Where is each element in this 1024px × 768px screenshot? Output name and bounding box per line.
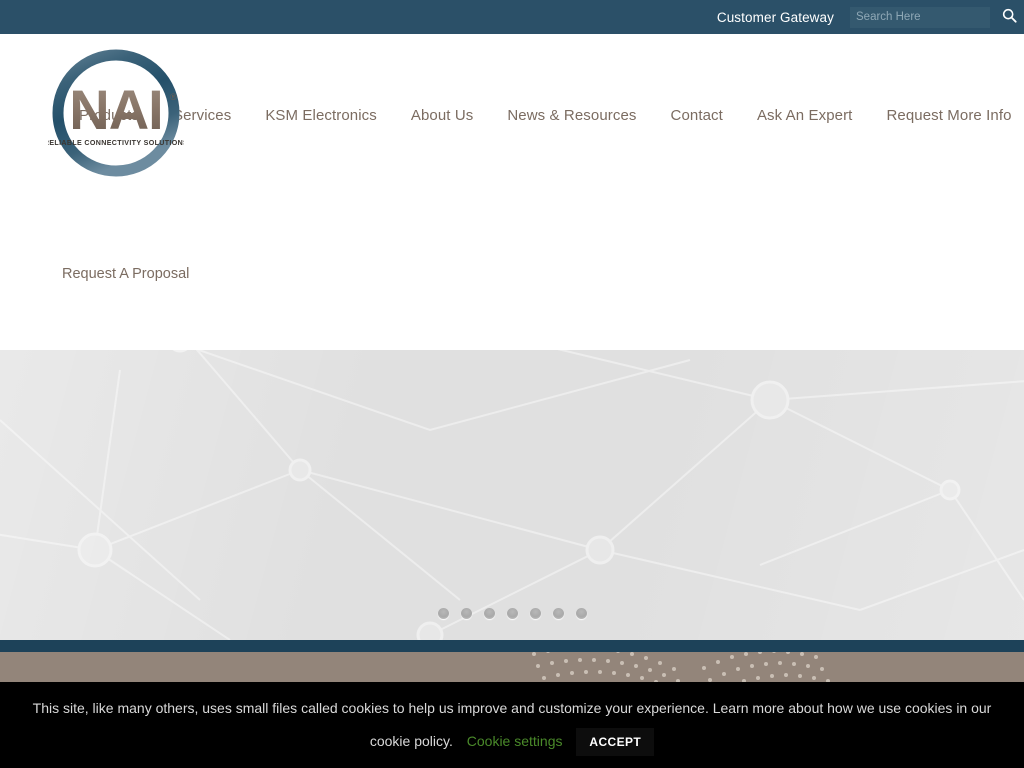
nav-item-contact[interactable]: Contact	[654, 103, 740, 128]
search-submit-button[interactable]	[994, 5, 1024, 29]
nav-item-request-a-proposal[interactable]: Request A Proposal	[62, 265, 189, 283]
nav-item-news-resources[interactable]: News & Resources	[490, 103, 653, 128]
page-root: Customer Gateway Products S	[0, 0, 1024, 768]
hero-dot-3[interactable]	[483, 608, 495, 619]
nav-link-contact[interactable]: Contact	[654, 103, 740, 128]
nai-logo-icon: NAI ® RELIABLE CONNECTIVITY SOLUTIONS	[48, 49, 184, 177]
hero-slider-pagination	[0, 608, 1024, 619]
cookie-consent-banner: This site, like many others, uses small …	[0, 682, 1024, 768]
search-icon	[1002, 8, 1017, 26]
customer-gateway-link[interactable]: Customer Gateway	[717, 10, 834, 25]
nav-item-ask-an-expert[interactable]: Ask An Expert	[740, 103, 870, 128]
nav-link-ksm-electronics[interactable]: KSM Electronics	[248, 103, 394, 128]
site-header: Products Services KSM Electronics About …	[0, 34, 1024, 350]
svg-text:®: ®	[170, 92, 177, 102]
hero-dot-4[interactable]	[506, 608, 518, 619]
hero-dot-6[interactable]	[552, 608, 564, 619]
top-utility-bar: Customer Gateway	[0, 0, 1024, 34]
hero-dot-5[interactable]	[529, 608, 541, 619]
hero-network-pattern	[0, 350, 1024, 640]
nav-link-request-more-info[interactable]: Request More Info	[869, 103, 1024, 128]
search-form	[850, 5, 1024, 29]
svg-text:NAI: NAI	[69, 78, 162, 141]
nav-link-request-a-proposal[interactable]: Request A Proposal	[62, 266, 189, 282]
secondary-navigation: Request A Proposal	[0, 259, 1024, 289]
cookie-settings-link[interactable]: Cookie settings	[467, 733, 563, 749]
footer-halftone-pattern	[532, 652, 830, 682]
nav-item-ksm-electronics[interactable]: KSM Electronics	[248, 103, 394, 128]
nav-link-news-resources[interactable]: News & Resources	[490, 103, 653, 128]
hero-dot-2[interactable]	[460, 608, 472, 619]
site-logo[interactable]: NAI ® RELIABLE CONNECTIVITY SOLUTIONS	[48, 45, 184, 181]
hero-dot-7[interactable]	[575, 608, 587, 619]
nav-link-ask-an-expert[interactable]: Ask An Expert	[740, 103, 870, 128]
footer-top-strip	[0, 652, 1024, 682]
cookie-banner-content: This site, like many others, uses small …	[28, 692, 996, 758]
nav-item-about-us[interactable]: About Us	[394, 103, 491, 128]
svg-text:RELIABLE CONNECTIVITY SOLUTION: RELIABLE CONNECTIVITY SOLUTIONS	[48, 139, 184, 147]
secondary-nav-list: Request A Proposal	[0, 265, 189, 283]
hero-slider[interactable]	[0, 350, 1024, 640]
search-input[interactable]	[850, 6, 990, 28]
nav-item-request-more-info[interactable]: Request More Info	[869, 103, 1024, 128]
hero-dot-1[interactable]	[437, 608, 449, 619]
cookie-accept-button[interactable]: ACCEPT	[576, 728, 655, 757]
nav-link-about-us[interactable]: About Us	[394, 103, 491, 128]
section-divider	[0, 640, 1024, 652]
